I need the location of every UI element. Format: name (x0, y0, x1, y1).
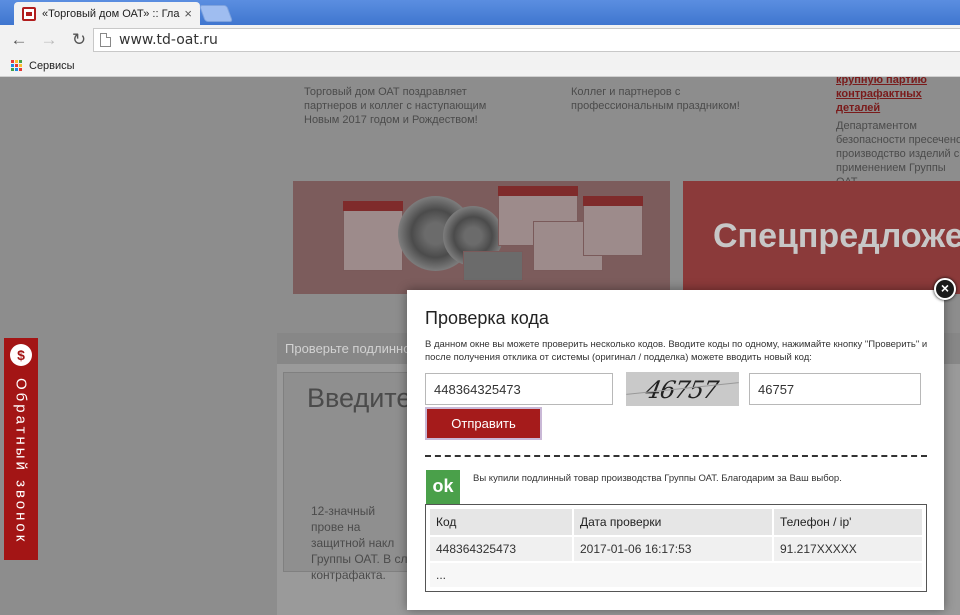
news-text: Департаментом безопасности пресечено про… (836, 120, 960, 188)
news-text: Коллег и партнеров с профессиональным пр… (571, 86, 740, 112)
cell-code: 448364325473 (430, 537, 572, 561)
site-favicon-icon (22, 6, 36, 21)
tab-title: «Торговый дом ОАТ» :: Гла (42, 7, 180, 20)
products-banner[interactable] (293, 181, 670, 294)
tab-close-icon[interactable]: × (184, 7, 192, 20)
table-row-more: ... (430, 563, 922, 587)
check-big-text: Введите (307, 383, 412, 413)
back-arrow-icon[interactable]: ← (8, 29, 30, 51)
results-table: Код Дата проверки Телефон / ip' 44836432… (425, 504, 927, 592)
col-header-date: Дата проверки (574, 509, 772, 535)
callback-label: Обратный звонок (12, 378, 30, 545)
news-item: Торговый дом ОАТ поздравляет партнеров и… (304, 85, 514, 127)
forward-arrow-icon[interactable]: → (38, 29, 60, 51)
dollar-icon: $ (10, 344, 32, 366)
modal-title: Проверка кода (425, 308, 549, 328)
url-text[interactable]: www.td-oat.ru (119, 32, 218, 48)
captcha-input[interactable] (749, 373, 921, 405)
col-header-phone: Телефон / ip' (774, 509, 922, 535)
news-text: Торговый дом ОАТ поздравляет партнеров и… (304, 86, 487, 126)
divider (425, 455, 927, 457)
bookmark-services[interactable]: Сервисы (29, 60, 75, 72)
captcha-image: 46757 (626, 372, 739, 406)
page-icon (100, 33, 111, 47)
address-bar[interactable]: www.td-oat.ru (93, 28, 960, 52)
new-tab-button[interactable] (198, 5, 234, 22)
news-item: Коллег и партнеров с профессиональным пр… (571, 85, 781, 113)
close-icon[interactable]: × (934, 278, 956, 300)
result-message: Вы купили подлинный товар производства Г… (473, 473, 842, 484)
browser-tab-bar: «Торговый дом ОАТ» :: Гла × (0, 0, 960, 25)
browser-toolbar: ← → ↻ www.td-oat.ru (0, 25, 960, 55)
table-row: 448364325473 2017-01-06 16:17:53 91.217X… (430, 537, 922, 561)
col-header-code: Код (430, 509, 572, 535)
apps-grid-icon[interactable] (11, 59, 23, 72)
code-input[interactable] (425, 373, 613, 405)
cell-more: ... (430, 563, 922, 587)
check-desc: 12-значный прове на защитной накл Группы… (311, 504, 408, 582)
news-item: крупную партию контрафактных деталей Деп… (836, 77, 960, 189)
special-offer-banner[interactable]: Спецпредложе (683, 181, 960, 294)
reload-icon[interactable]: ↻ (68, 29, 90, 51)
bookmarks-bar: Сервисы (0, 55, 960, 77)
submit-button[interactable]: Отправить (425, 407, 542, 440)
ok-badge: ok (426, 470, 460, 504)
code-check-modal: Проверка кода В данном окне вы можете пр… (407, 290, 944, 610)
table-header-row: Код Дата проверки Телефон / ip' (430, 509, 922, 535)
special-offer-text: Спецпредложе (713, 217, 960, 255)
cell-phone: 91.217XXXXX (774, 537, 922, 561)
news-link[interactable]: крупную партию контрафактных деталей (836, 77, 960, 115)
modal-description: В данном окне вы можете проверить нескол… (425, 339, 928, 363)
callback-tab[interactable]: $ Обратный звонок (4, 338, 38, 560)
cell-date: 2017-01-06 16:17:53 (574, 537, 772, 561)
browser-tab[interactable]: «Торговый дом ОАТ» :: Гла × (14, 2, 200, 25)
